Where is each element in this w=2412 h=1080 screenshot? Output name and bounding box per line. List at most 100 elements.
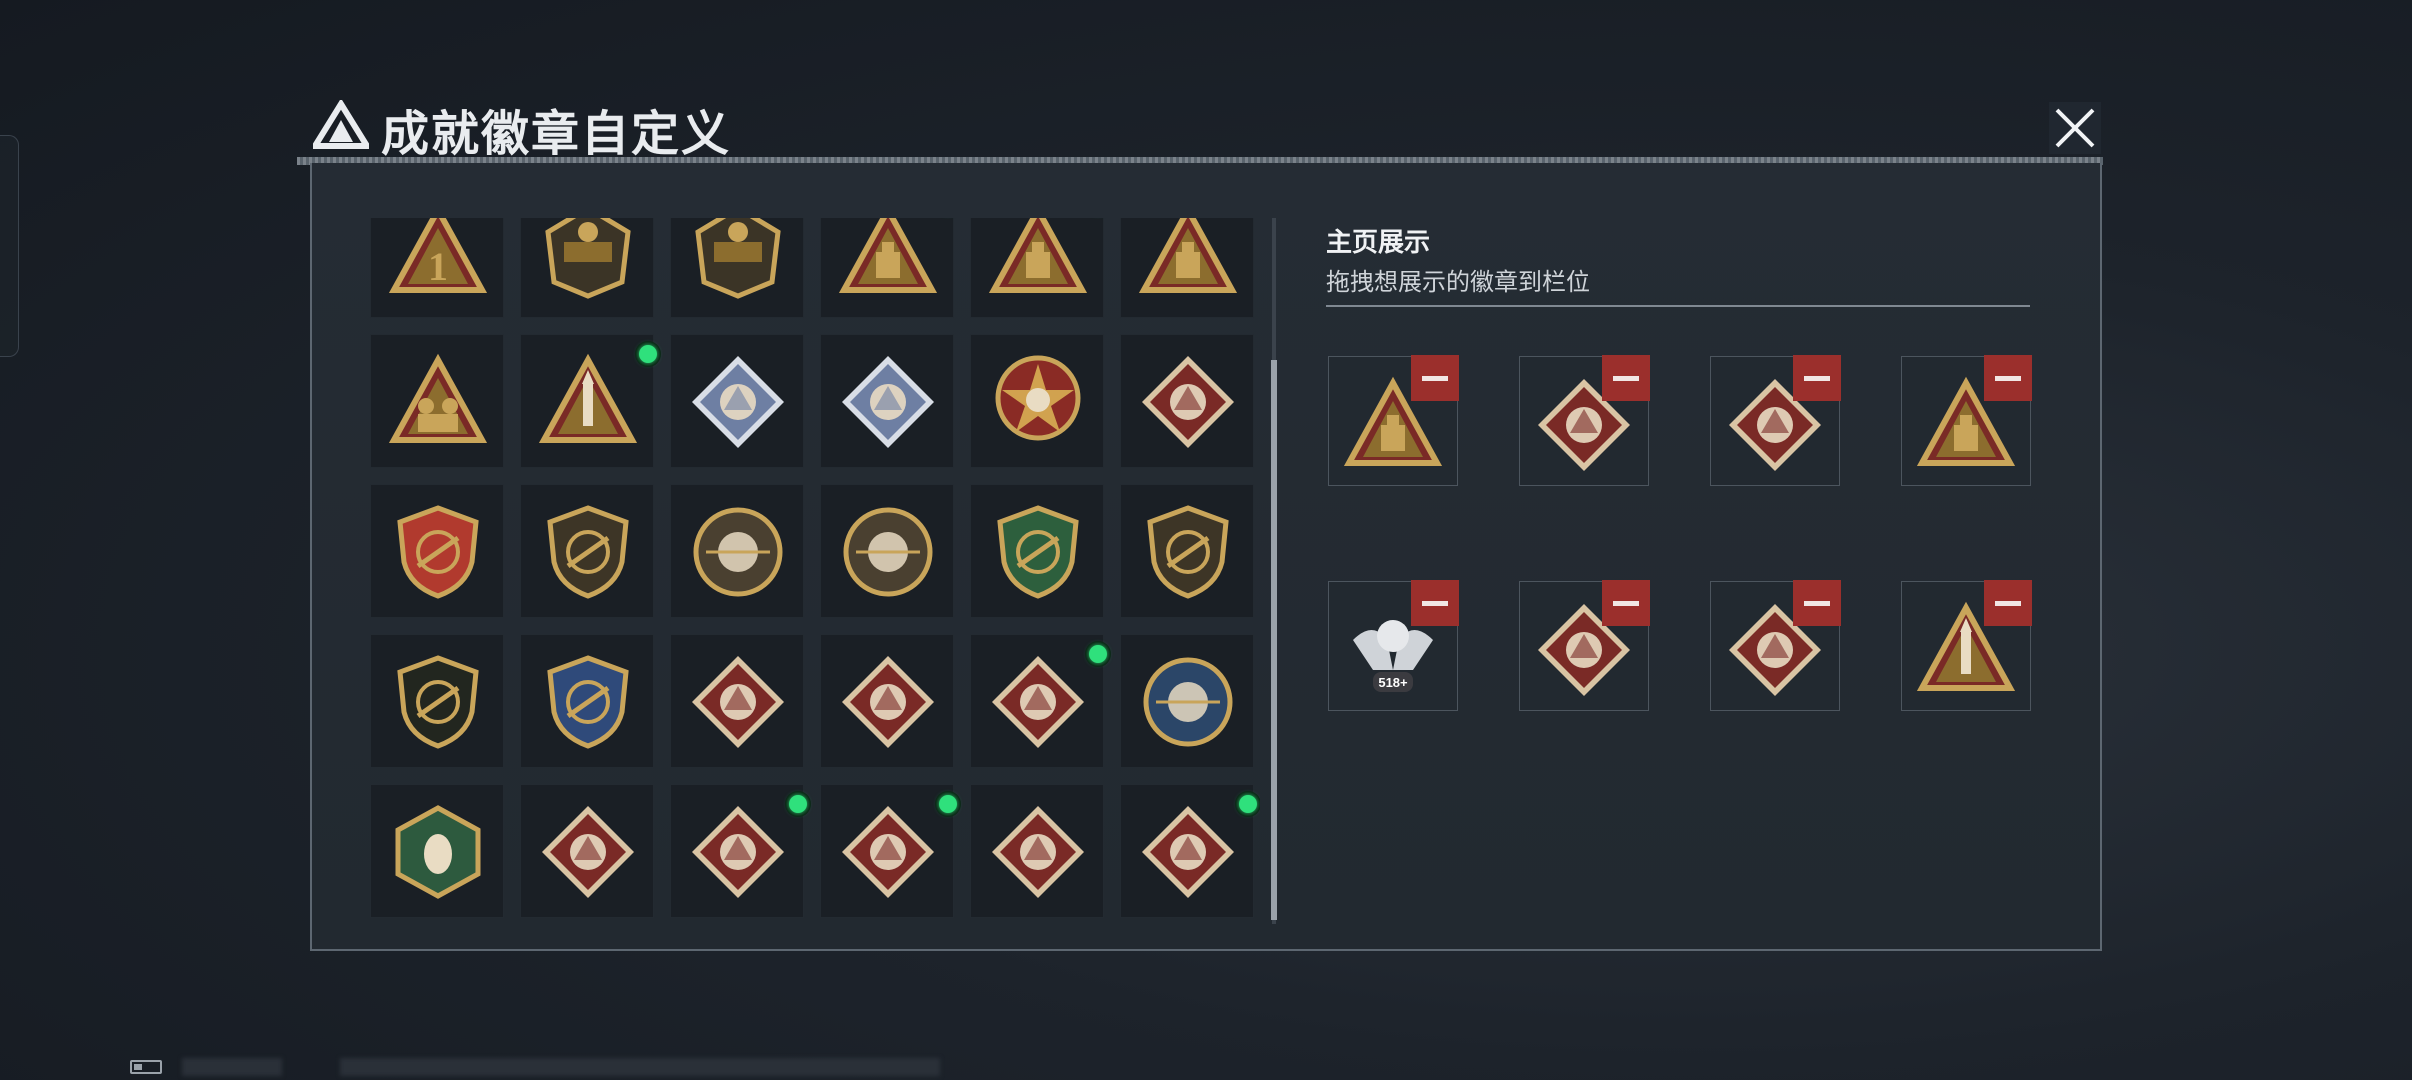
showcase-slot[interactable] <box>1519 580 1650 711</box>
dark-shield-rifle-badge-icon <box>397 655 479 749</box>
showcase-divider <box>1326 305 2030 307</box>
minus-icon <box>1995 375 2021 381</box>
crimson-diamond-dragon-badge-icon <box>542 806 634 898</box>
bronze-shield-rifle-badge-icon <box>1147 505 1229 599</box>
showcase-slot[interactable] <box>1519 355 1650 486</box>
minus-icon <box>1613 600 1639 606</box>
gold-triangle-soldiers-badge-icon <box>388 353 488 443</box>
gold-triangle-dice-hands-badge-icon <box>1138 218 1238 293</box>
blue-diamond-tank-badge-icon <box>842 356 934 448</box>
new-indicator-dot <box>635 341 661 367</box>
left-edge-tab[interactable] <box>0 135 19 357</box>
badge-grid[interactable]: 1 <box>370 218 1260 924</box>
minus-icon <box>1613 375 1639 381</box>
badge-grid-cell[interactable] <box>370 784 504 918</box>
blue-diamond-fist-badge-icon <box>692 356 784 448</box>
gold-triangle-supply-box-badge-icon <box>838 218 938 293</box>
round-eagle-badge-icon <box>1143 657 1233 747</box>
bronze-shield-dice-badge-icon <box>547 505 629 599</box>
green-hexagon-wasp-badge-icon <box>395 805 481 899</box>
minus-icon <box>1804 375 1830 381</box>
new-indicator-dot <box>1235 791 1260 817</box>
badge-grid-cell[interactable] <box>370 334 504 468</box>
blurred-info <box>340 1058 940 1076</box>
badge-grid-cell[interactable] <box>670 784 811 918</box>
badge-grid-cell[interactable] <box>670 484 804 618</box>
showcase-slot[interactable] <box>1328 355 1459 486</box>
badge-grid-cell[interactable] <box>1120 218 1254 318</box>
badge-grid-cell[interactable]: 1 <box>370 218 504 318</box>
crimson-diamond-wolf-two-badge-icon <box>842 656 934 748</box>
badge-grid-cell[interactable] <box>670 218 804 318</box>
badge-grid-cell[interactable] <box>520 484 654 618</box>
showcase-slot[interactable] <box>1901 355 2032 486</box>
close-button[interactable] <box>2045 98 2105 158</box>
green-shield-diamond-badge-icon <box>1142 356 1234 448</box>
minus-icon <box>1804 600 1830 606</box>
showcase-slot[interactable] <box>1710 580 1841 711</box>
badge-grid-cell[interactable] <box>1120 634 1254 768</box>
badge-grid-cell[interactable] <box>820 634 954 768</box>
window-title-bar: 成就徽章自定义 <box>293 90 2103 161</box>
badge-grid-cell[interactable] <box>520 218 654 318</box>
bottom-status-bar <box>130 1058 940 1078</box>
crimson-diamond-tools-badge-icon <box>1142 806 1234 898</box>
badge-grid-cell[interactable] <box>520 784 654 918</box>
showcase-title: 主页展示 <box>1326 227 1431 257</box>
minus-icon <box>1995 600 2021 606</box>
remove-badge-button[interactable] <box>1602 580 1650 626</box>
new-indicator-dot <box>935 791 961 817</box>
remove-badge-button[interactable] <box>1411 580 1459 626</box>
crimson-diamond-horse-badge-icon <box>992 806 1084 898</box>
delta-force-train-emblem-icon <box>545 218 631 299</box>
badge-grid-cell[interactable] <box>970 218 1104 318</box>
badge-grid-scrollbar-thumb[interactable] <box>1271 360 1277 920</box>
new-indicator-dot <box>785 791 811 817</box>
badge-grid-cell[interactable] <box>1120 484 1254 618</box>
badge-grid-cell[interactable] <box>970 484 1104 618</box>
remove-badge-button[interactable] <box>1984 580 2032 626</box>
badge-grid-cell[interactable] <box>670 334 804 468</box>
badge-grid-cell[interactable] <box>820 218 954 318</box>
winged-shield-crest-badge-icon <box>397 505 479 599</box>
remove-badge-button[interactable] <box>1602 355 1650 401</box>
crimson-diamond-wheel-badge-icon <box>842 806 934 898</box>
badge-grid-cell[interactable] <box>370 484 504 618</box>
remove-badge-button[interactable] <box>1793 355 1841 401</box>
showcase-subtitle: 拖拽想展示的徽章到栏位 <box>1326 269 1590 296</box>
delta-force-2025-emblem-icon <box>695 218 781 299</box>
crimson-diamond-wolf-badge-icon <box>692 656 784 748</box>
green-rifle-scope-badge-icon <box>997 505 1079 599</box>
minus-icon <box>1422 600 1448 606</box>
remove-badge-button[interactable] <box>1411 355 1459 401</box>
gold-triangle-number-one-badge-icon: 1 <box>388 218 488 293</box>
badge-grid-cell[interactable] <box>970 634 1111 768</box>
remove-badge-button[interactable] <box>1793 580 1841 626</box>
badge-grid-cell[interactable] <box>820 334 954 468</box>
badge-grid-cell[interactable] <box>820 484 954 618</box>
minus-icon <box>1422 375 1448 381</box>
showcase-slot[interactable] <box>1710 355 1841 486</box>
remove-badge-button[interactable] <box>1984 355 2032 401</box>
delta-triangle-logo-icon <box>313 100 369 149</box>
badge-grid-cell[interactable] <box>520 334 661 468</box>
showcase-slot[interactable] <box>1901 580 2032 711</box>
svg-text:1: 1 <box>428 244 448 289</box>
badge-grid-cell[interactable] <box>670 634 804 768</box>
badge-grid-cell[interactable] <box>1120 334 1254 468</box>
badge-grid-cell[interactable] <box>970 784 1104 918</box>
showcase-slot[interactable]: 518+ <box>1328 580 1459 711</box>
red-star-skull-medal-icon <box>995 355 1081 441</box>
crimson-diamond-runner-badge-icon <box>992 656 1084 748</box>
badge-grid-cell[interactable] <box>820 784 961 918</box>
window-title: 成就徽章自定义 <box>381 108 732 161</box>
badge-grid-cell[interactable] <box>970 334 1104 468</box>
badge-grid-cell[interactable] <box>370 634 504 768</box>
battery-icon <box>130 1060 162 1074</box>
new-indicator-dot <box>1085 641 1111 667</box>
badge-grid-cell[interactable] <box>1120 784 1260 918</box>
crimson-diamond-runner-badge-icon <box>692 806 784 898</box>
gold-triangle-rocket-badge-icon <box>538 353 638 443</box>
close-x-icon <box>2049 102 2101 154</box>
badge-grid-cell[interactable] <box>520 634 654 768</box>
